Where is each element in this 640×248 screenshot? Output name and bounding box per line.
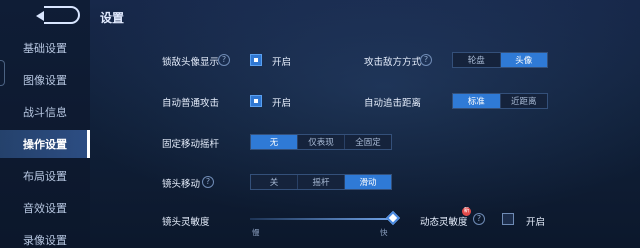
sidebar-item-label: 操作设置	[23, 138, 67, 151]
slider-max-label: 快	[380, 228, 388, 237]
attack-enemy-segmented: 轮盘 头像	[452, 52, 548, 68]
sidebar-item-image[interactable]: 图像设置	[0, 66, 90, 94]
camera-move-option-joystick[interactable]: 摇杆	[298, 175, 345, 189]
sidebar-item-controls[interactable]: 操作设置	[0, 130, 90, 158]
fixed-joystick-segmented: 无 仅表现 全固定	[250, 134, 392, 150]
sidebar-item-label: 战斗信息	[23, 106, 67, 119]
fixed-joystick-option-visual[interactable]: 仅表现	[298, 135, 345, 149]
fixed-joystick-option-full[interactable]: 全固定	[345, 135, 391, 149]
dynamic-sensitivity-checkbox[interactable]	[502, 213, 514, 225]
camera-move-option-off[interactable]: 关	[251, 175, 298, 189]
sidebar: 基础设置 图像设置 战斗信息 操作设置 布局设置 音效设置 录像设置	[0, 0, 90, 248]
sidebar-item-label: 图像设置	[23, 74, 67, 87]
slider-min-label: 慢	[252, 228, 260, 237]
auto-chase-segmented: 标准 近距离	[452, 93, 548, 109]
back-arrow-icon[interactable]	[36, 6, 80, 24]
attack-enemy-option-wheel[interactable]: 轮盘	[453, 53, 501, 67]
camera-sensitivity-slider[interactable]	[250, 218, 392, 220]
lock-avatar-toggle-label: 开启	[272, 57, 292, 68]
auto-attack-label: 自动普通攻击	[162, 98, 220, 109]
background	[0, 0, 640, 248]
auto-chase-option-standard[interactable]: 标准	[453, 94, 501, 108]
sidebar-item-label: 基础设置	[23, 42, 67, 55]
help-icon[interactable]: ?	[218, 54, 230, 66]
dynamic-sensitivity-label: 动态灵敏度	[420, 217, 468, 228]
camera-move-label: 镜头移动	[162, 179, 201, 190]
sidebar-item-audio[interactable]: 音效设置	[0, 194, 90, 222]
help-icon[interactable]: ?	[473, 213, 485, 225]
sidebar-item-layout[interactable]: 布局设置	[0, 162, 90, 190]
dynamic-sensitivity-toggle-label: 开启	[526, 217, 546, 228]
help-icon[interactable]: ?	[420, 54, 432, 66]
sidebar-item-replay[interactable]: 录像设置	[0, 226, 90, 248]
sidebar-item-battle-info[interactable]: 战斗信息	[0, 98, 90, 126]
auto-attack-checkbox[interactable]	[250, 95, 262, 107]
fixed-joystick-option-none[interactable]: 无	[251, 135, 298, 149]
lock-avatar-checkbox[interactable]	[250, 54, 262, 66]
auto-chase-option-near[interactable]: 近距离	[501, 94, 548, 108]
fixed-joystick-label: 固定移动摇杆	[162, 139, 220, 150]
auto-chase-label: 自动追击距离	[364, 98, 422, 109]
camera-move-segmented: 关 摇杆 滑动	[250, 174, 392, 190]
sidebar-item-label: 音效设置	[23, 202, 67, 215]
sidebar-item-basic[interactable]: 基础设置	[0, 34, 90, 62]
camera-move-option-swipe[interactable]: 滑动	[345, 175, 391, 189]
auto-attack-toggle-label: 开启	[272, 98, 292, 109]
lock-avatar-label: 锁敌头像显示	[162, 57, 220, 68]
new-badge: 新	[462, 207, 471, 216]
help-icon[interactable]: ?	[202, 176, 214, 188]
sidebar-item-label: 布局设置	[23, 170, 67, 183]
attack-enemy-option-avatar[interactable]: 头像	[500, 53, 547, 67]
camera-sensitivity-label: 镜头灵敏度	[162, 217, 210, 228]
attack-enemy-label: 攻击敌方方式	[364, 57, 422, 68]
page-title: 设置	[100, 11, 125, 25]
sidebar-item-label: 录像设置	[23, 234, 67, 247]
